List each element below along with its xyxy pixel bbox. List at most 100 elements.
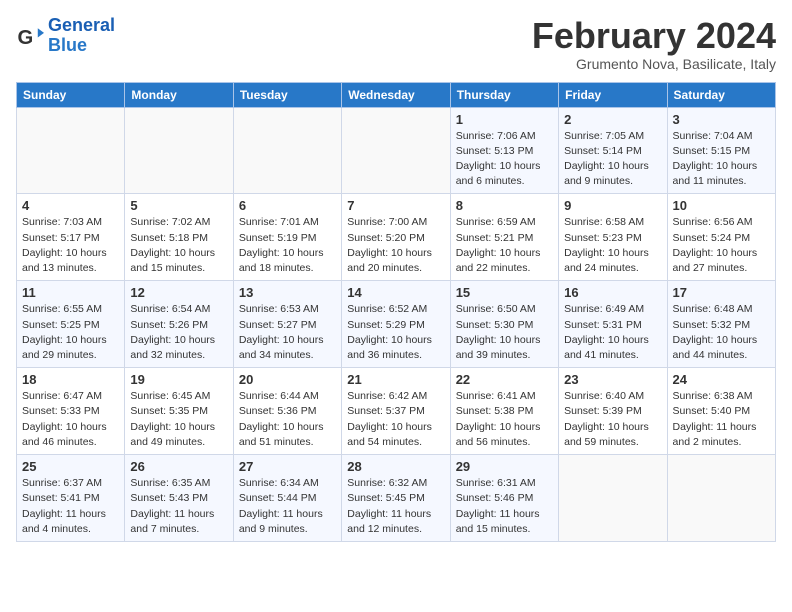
- day-info: Sunrise: 6:42 AMSunset: 5:37 PMDaylight:…: [347, 389, 444, 450]
- day-cell: 1 Sunrise: 7:06 AMSunset: 5:13 PMDaylight…: [450, 107, 558, 194]
- day-info: Sunrise: 6:56 AMSunset: 5:24 PMDaylight:…: [673, 215, 770, 276]
- day-cell: 28 Sunrise: 6:32 AMSunset: 5:45 PMDayligh…: [342, 455, 450, 542]
- day-number: 15: [456, 285, 553, 300]
- logo: G General Blue: [16, 16, 115, 56]
- day-number: 2: [564, 112, 661, 127]
- page-header: G General Blue February 2024 Grumento No…: [16, 16, 776, 72]
- day-number: 29: [456, 459, 553, 474]
- day-header-tuesday: Tuesday: [233, 82, 341, 107]
- day-info: Sunrise: 6:58 AMSunset: 5:23 PMDaylight:…: [564, 215, 661, 276]
- day-info: Sunrise: 6:32 AMSunset: 5:45 PMDaylight:…: [347, 476, 444, 537]
- day-info: Sunrise: 6:45 AMSunset: 5:35 PMDaylight:…: [130, 389, 227, 450]
- day-cell: [125, 107, 233, 194]
- day-number: 10: [673, 198, 770, 213]
- day-number: 3: [673, 112, 770, 127]
- day-info: Sunrise: 6:54 AMSunset: 5:26 PMDaylight:…: [130, 302, 227, 363]
- day-cell: 2 Sunrise: 7:05 AMSunset: 5:14 PMDaylight…: [559, 107, 667, 194]
- day-number: 7: [347, 198, 444, 213]
- week-row-1: 1 Sunrise: 7:06 AMSunset: 5:13 PMDaylight…: [17, 107, 776, 194]
- day-cell: [17, 107, 125, 194]
- day-header-monday: Monday: [125, 82, 233, 107]
- day-cell: 7 Sunrise: 7:00 AMSunset: 5:20 PMDaylight…: [342, 194, 450, 281]
- day-info: Sunrise: 6:50 AMSunset: 5:30 PMDaylight:…: [456, 302, 553, 363]
- day-cell: 23Sunrise: 6:40 AMSunset: 5:39 PMDayligh…: [559, 368, 667, 455]
- day-number: 13: [239, 285, 336, 300]
- day-number: 5: [130, 198, 227, 213]
- week-row-4: 18 Sunrise: 6:47 AMSunset: 5:33 PMDayligh…: [17, 368, 776, 455]
- day-number: 25: [22, 459, 119, 474]
- day-info: Sunrise: 6:40 AMSunset: 5:39 PMDaylight:…: [564, 389, 661, 450]
- day-cell: [667, 455, 775, 542]
- day-info: Sunrise: 6:52 AMSunset: 5:29 PMDaylight:…: [347, 302, 444, 363]
- day-cell: [342, 107, 450, 194]
- day-info: Sunrise: 6:49 AMSunset: 5:31 PMDaylight:…: [564, 302, 661, 363]
- day-info: Sunrise: 6:59 AMSunset: 5:21 PMDaylight:…: [456, 215, 553, 276]
- day-cell: 24Sunrise: 6:38 AMSunset: 5:40 PMDayligh…: [667, 368, 775, 455]
- month-title: February 2024: [532, 16, 776, 56]
- day-info: Sunrise: 6:35 AMSunset: 5:43 PMDaylight:…: [130, 476, 227, 537]
- day-cell: 10 Sunrise: 6:56 AMSunset: 5:24 PMDayligh…: [667, 194, 775, 281]
- day-info: Sunrise: 6:47 AMSunset: 5:33 PMDaylight:…: [22, 389, 119, 450]
- day-info: Sunrise: 6:31 AMSunset: 5:46 PMDaylight:…: [456, 476, 553, 537]
- day-number: 21: [347, 372, 444, 387]
- day-info: Sunrise: 6:44 AMSunset: 5:36 PMDaylight:…: [239, 389, 336, 450]
- day-cell: [233, 107, 341, 194]
- logo-text: General Blue: [48, 16, 115, 56]
- day-info: Sunrise: 7:06 AMSunset: 5:13 PMDaylight:…: [456, 129, 553, 190]
- day-info: Sunrise: 7:01 AMSunset: 5:19 PMDaylight:…: [239, 215, 336, 276]
- day-cell: 27 Sunrise: 6:34 AMSunset: 5:44 PMDayligh…: [233, 455, 341, 542]
- day-info: Sunrise: 6:41 AMSunset: 5:38 PMDaylight:…: [456, 389, 553, 450]
- day-number: 17: [673, 285, 770, 300]
- day-number: 14: [347, 285, 444, 300]
- day-number: 9: [564, 198, 661, 213]
- day-cell: 26Sunrise: 6:35 AMSunset: 5:43 PMDayligh…: [125, 455, 233, 542]
- day-header-saturday: Saturday: [667, 82, 775, 107]
- day-number: 6: [239, 198, 336, 213]
- location: Grumento Nova, Basilicate, Italy: [532, 56, 776, 72]
- day-cell: 22Sunrise: 6:41 AMSunset: 5:38 PMDayligh…: [450, 368, 558, 455]
- day-cell: 6 Sunrise: 7:01 AMSunset: 5:19 PMDaylight…: [233, 194, 341, 281]
- day-number: 16: [564, 285, 661, 300]
- day-info: Sunrise: 6:55 AMSunset: 5:25 PMDaylight:…: [22, 302, 119, 363]
- day-header-wednesday: Wednesday: [342, 82, 450, 107]
- day-cell: 8 Sunrise: 6:59 AMSunset: 5:21 PMDaylight…: [450, 194, 558, 281]
- calendar-table: SundayMondayTuesdayWednesdayThursdayFrid…: [16, 82, 776, 542]
- day-cell: 29 Sunrise: 6:31 AMSunset: 5:46 PMDayligh…: [450, 455, 558, 542]
- svg-text:G: G: [18, 27, 34, 49]
- day-number: 27: [239, 459, 336, 474]
- day-cell: 5 Sunrise: 7:02 AMSunset: 5:18 PMDaylight…: [125, 194, 233, 281]
- day-cell: 9 Sunrise: 6:58 AMSunset: 5:23 PMDaylight…: [559, 194, 667, 281]
- day-number: 1: [456, 112, 553, 127]
- day-header-sunday: Sunday: [17, 82, 125, 107]
- day-cell: 4Sunrise: 7:03 AMSunset: 5:17 PMDaylight…: [17, 194, 125, 281]
- day-number: 8: [456, 198, 553, 213]
- day-info: Sunrise: 6:48 AMSunset: 5:32 PMDaylight:…: [673, 302, 770, 363]
- day-header-friday: Friday: [559, 82, 667, 107]
- week-row-5: 25 Sunrise: 6:37 AMSunset: 5:41 PMDayligh…: [17, 455, 776, 542]
- day-cell: 16 Sunrise: 6:49 AMSunset: 5:31 PMDayligh…: [559, 281, 667, 368]
- day-info: Sunrise: 6:53 AMSunset: 5:27 PMDaylight:…: [239, 302, 336, 363]
- logo-blue: Blue: [48, 36, 115, 56]
- day-info: Sunrise: 7:00 AMSunset: 5:20 PMDaylight:…: [347, 215, 444, 276]
- day-number: 18: [22, 372, 119, 387]
- day-cell: 14 Sunrise: 6:52 AMSunset: 5:29 PMDayligh…: [342, 281, 450, 368]
- week-row-3: 11Sunrise: 6:55 AMSunset: 5:25 PMDayligh…: [17, 281, 776, 368]
- day-cell: 3Sunrise: 7:04 AMSunset: 5:15 PMDaylight…: [667, 107, 775, 194]
- day-info: Sunrise: 7:05 AMSunset: 5:14 PMDaylight:…: [564, 129, 661, 190]
- day-cell: 15 Sunrise: 6:50 AMSunset: 5:30 PMDayligh…: [450, 281, 558, 368]
- logo-general: General: [48, 15, 115, 35]
- day-cell: 19Sunrise: 6:45 AMSunset: 5:35 PMDayligh…: [125, 368, 233, 455]
- day-cell: 18 Sunrise: 6:47 AMSunset: 5:33 PMDayligh…: [17, 368, 125, 455]
- calendar-header: SundayMondayTuesdayWednesdayThursdayFrid…: [17, 82, 776, 107]
- week-row-2: 4Sunrise: 7:03 AMSunset: 5:17 PMDaylight…: [17, 194, 776, 281]
- day-cell: 17 Sunrise: 6:48 AMSunset: 5:32 PMDayligh…: [667, 281, 775, 368]
- day-cell: 13 Sunrise: 6:53 AMSunset: 5:27 PMDayligh…: [233, 281, 341, 368]
- day-info: Sunrise: 6:34 AMSunset: 5:44 PMDaylight:…: [239, 476, 336, 537]
- day-info: Sunrise: 6:37 AMSunset: 5:41 PMDaylight:…: [22, 476, 119, 537]
- day-info: Sunrise: 7:02 AMSunset: 5:18 PMDaylight:…: [130, 215, 227, 276]
- title-block: February 2024 Grumento Nova, Basilicate,…: [532, 16, 776, 72]
- day-number: 28: [347, 459, 444, 474]
- header-row: SundayMondayTuesdayWednesdayThursdayFrid…: [17, 82, 776, 107]
- calendar-body: 1 Sunrise: 7:06 AMSunset: 5:13 PMDaylight…: [17, 107, 776, 541]
- day-cell: [559, 455, 667, 542]
